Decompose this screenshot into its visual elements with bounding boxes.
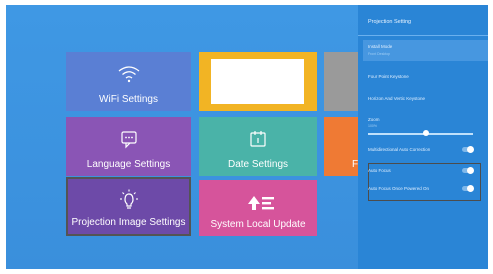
- projection-image-settings-label: Projection Image Settings: [71, 217, 186, 228]
- four-point-keystone-item[interactable]: Four Point Keystone: [368, 74, 409, 79]
- screenshot-frame: WiFi Settings Language Settings Date Set…: [0, 0, 493, 274]
- horizontal-vertical-keystone-item[interactable]: Horizon And Vertic Keystone: [368, 96, 425, 101]
- install-mode-value: Front Desktop: [368, 52, 390, 56]
- calendar-icon: [250, 131, 266, 147]
- launcher-screen: WiFi Settings Language Settings Date Set…: [6, 5, 488, 269]
- system-local-update-tile[interactable]: System Local Update: [199, 180, 317, 236]
- auto-focus-label: Auto Focus: [368, 168, 391, 173]
- date-settings-label: Date Settings: [227, 159, 289, 170]
- language-settings-tile[interactable]: Language Settings: [66, 117, 191, 176]
- system-local-update-label: System Local Update: [210, 219, 306, 230]
- update-icon: [248, 196, 274, 210]
- zoom-label: Zoom: [368, 117, 380, 122]
- zoom-slider[interactable]: [368, 133, 473, 135]
- message-icon: [120, 131, 137, 149]
- date-settings-tile[interactable]: Date Settings: [199, 117, 317, 176]
- zoom-value: 100%: [368, 124, 377, 128]
- media-preview: [211, 59, 304, 104]
- wifi-settings-tile[interactable]: WiFi Settings: [66, 52, 191, 111]
- zoom-slider-knob[interactable]: [422, 130, 429, 136]
- projection-setting-panel: Projection Setting Install Mode Front De…: [358, 5, 488, 269]
- media-tile[interactable]: [199, 52, 317, 111]
- auto-focus-powered-on-toggle[interactable]: [462, 185, 474, 192]
- language-settings-label: Language Settings: [86, 159, 171, 170]
- panel-divider: [358, 35, 488, 36]
- projection-image-settings-tile[interactable]: Projection Image Settings: [66, 177, 191, 236]
- wifi-settings-label: WiFi Settings: [99, 94, 158, 105]
- install-mode-label: Install Mode: [368, 44, 393, 49]
- auto-focus-powered-on-label: Auto Focus Once Powered On: [368, 186, 430, 191]
- panel-title: Projection Setting: [368, 19, 412, 25]
- multidirectional-auto-correction-label: Multidirectional Auto Correction: [368, 147, 431, 152]
- multidirectional-auto-correction-toggle[interactable]: [462, 146, 474, 153]
- wifi-icon: [118, 66, 139, 83]
- auto-focus-toggle[interactable]: [462, 167, 474, 174]
- lightbulb-icon: [119, 189, 138, 209]
